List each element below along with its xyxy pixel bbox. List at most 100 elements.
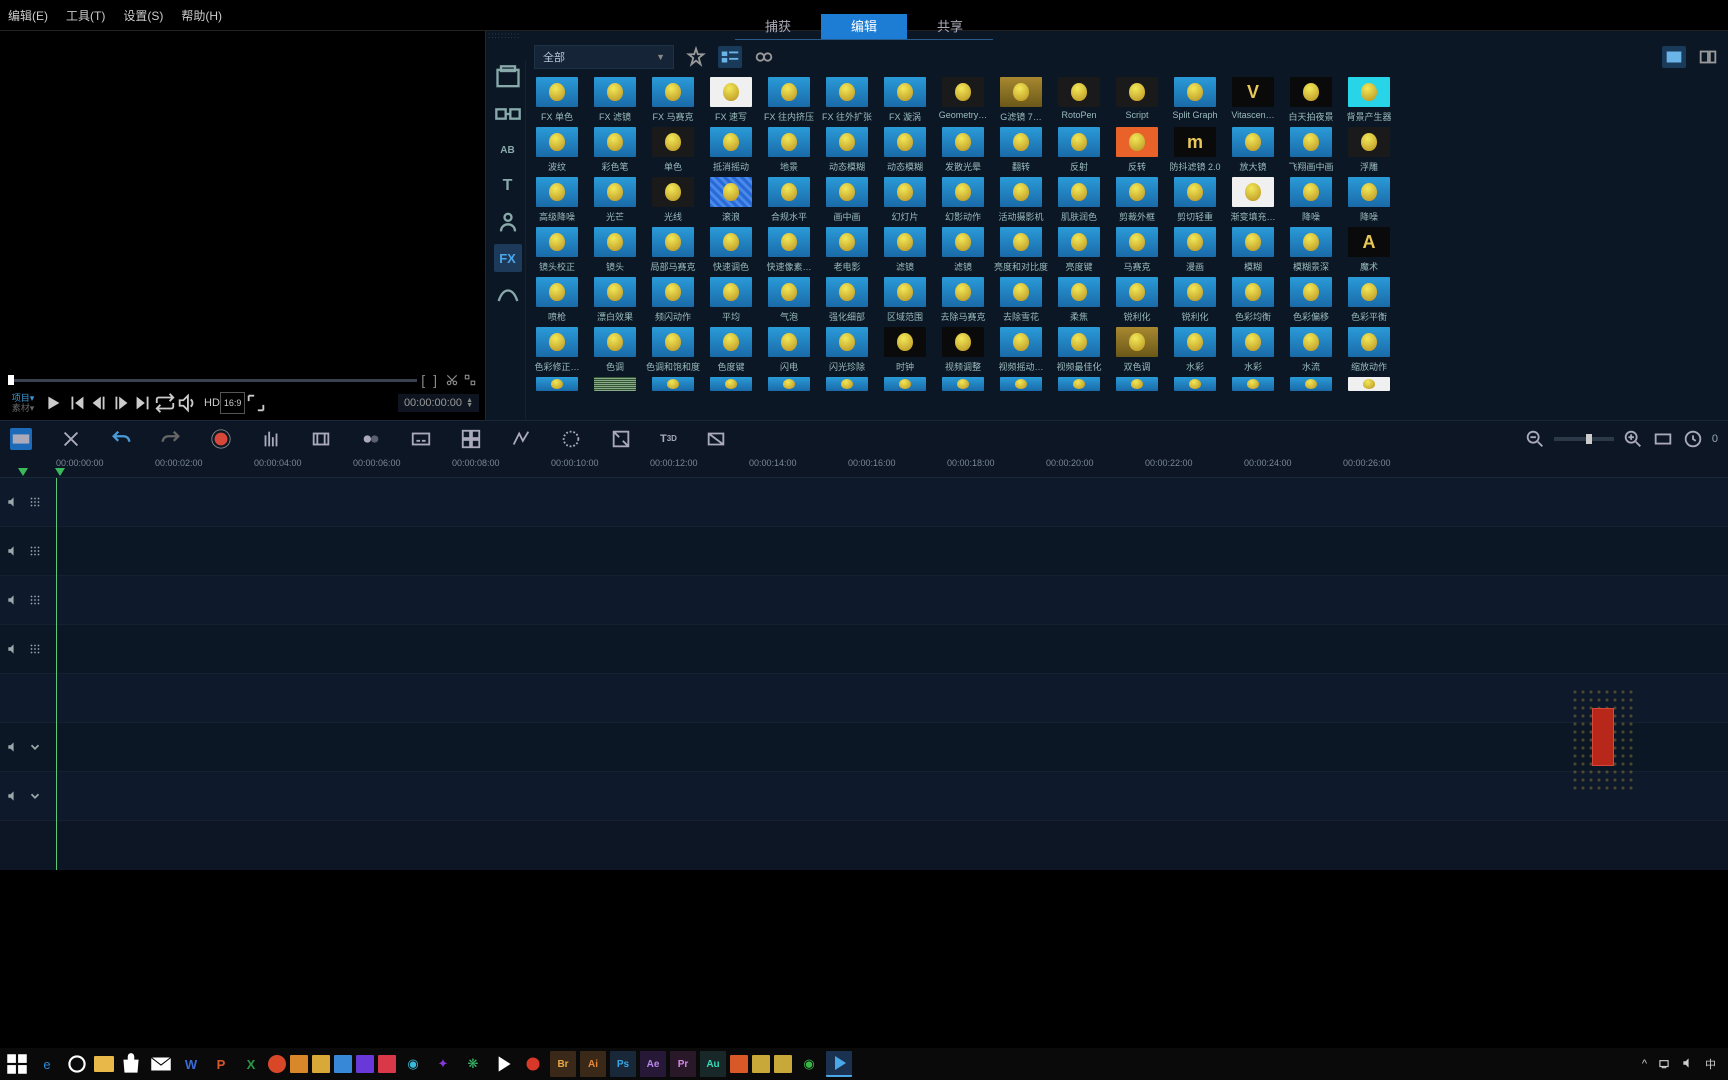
fx-item[interactable]: 水彩 — [1166, 327, 1224, 377]
timeline-track[interactable] — [0, 674, 1728, 723]
fx-item[interactable]: 色彩偏移 — [1282, 277, 1340, 327]
fx-item[interactable]: 动态模糊 — [876, 127, 934, 177]
taskbar-illustrator-icon[interactable]: Ai — [580, 1051, 606, 1077]
fx-item[interactable]: FX 往外扩张 — [818, 77, 876, 127]
fx-item[interactable] — [528, 377, 586, 420]
fx-item[interactable]: 闪电 — [760, 327, 818, 377]
play-button[interactable] — [40, 392, 66, 414]
tab-share[interactable]: 共享 — [907, 14, 993, 40]
fx-item[interactable]: 水彩 — [1224, 327, 1282, 377]
mask-button[interactable] — [560, 428, 582, 450]
fx-item[interactable]: 白天拍夜景 — [1282, 77, 1340, 127]
library-grid[interactable]: FX 单色FX 滤镜FX 马赛克FX 速写FX 往内挤压FX 往外扩张FX 漩涡… — [486, 75, 1728, 420]
fx-item[interactable] — [934, 377, 992, 420]
fx-item[interactable] — [1166, 377, 1224, 420]
fx-item[interactable]: RotoPen — [1050, 77, 1108, 127]
fx-item[interactable] — [702, 377, 760, 420]
fx-item[interactable]: FX 单色 — [528, 77, 586, 127]
fx-item[interactable]: 地景 — [760, 127, 818, 177]
fx-item[interactable]: 画中画 — [818, 177, 876, 227]
taskbar-app7-icon[interactable]: ◉ — [400, 1051, 426, 1077]
track-mute-icon[interactable] — [6, 593, 20, 607]
fx-item[interactable]: 局部马赛克 — [644, 227, 702, 277]
zoom-in-icon[interactable] — [1622, 428, 1644, 450]
fx-item[interactable]: 喷枪 — [528, 277, 586, 327]
fx-item[interactable]: 彩色笔 — [586, 127, 644, 177]
fx-item[interactable]: 光芒 — [586, 177, 644, 227]
loop-button[interactable] — [154, 392, 176, 414]
fx-item[interactable] — [818, 377, 876, 420]
fx-item[interactable]: 渐变填充… — [1224, 177, 1282, 227]
track-motion-button[interactable] — [360, 428, 382, 450]
fx-item[interactable]: 滚浪 — [702, 177, 760, 227]
fx-item[interactable]: 反转 — [1108, 127, 1166, 177]
taskbar-bridge-icon[interactable]: Br — [550, 1051, 576, 1077]
cat-overlay-icon[interactable] — [494, 208, 522, 236]
menu-edit[interactable]: 编辑(E) — [8, 7, 48, 24]
taskbar-word-icon[interactable]: W — [178, 1051, 204, 1077]
fx-item[interactable]: 亮度和对比度 — [992, 227, 1050, 277]
fx-item[interactable] — [586, 377, 644, 420]
fx-item[interactable]: 平均 — [702, 277, 760, 327]
fx-item[interactable]: 强化细部 — [818, 277, 876, 327]
storyboard-view-button[interactable] — [10, 428, 32, 450]
tray-network-icon[interactable] — [1657, 1056, 1671, 1073]
fx-item[interactable]: 肌肤润色 — [1050, 177, 1108, 227]
library-filter-dropdown[interactable]: 全部▼ — [534, 45, 674, 69]
track-options-icon[interactable] — [28, 593, 42, 607]
fx-item[interactable]: 动态模糊 — [818, 127, 876, 177]
fx-item[interactable]: 视频最佳化 — [1050, 327, 1108, 377]
playhead-line[interactable] — [56, 478, 57, 870]
fx-item[interactable]: 滤镜 — [876, 227, 934, 277]
taskbar-app3-icon[interactable] — [312, 1055, 330, 1073]
audio-mixer-button[interactable] — [260, 428, 282, 450]
subtitle-button[interactable] — [410, 428, 432, 450]
redo-button[interactable] — [160, 428, 182, 450]
fx-item[interactable] — [1108, 377, 1166, 420]
fx-item[interactable]: 漫画 — [1166, 227, 1224, 277]
fx-item[interactable]: Geometry… — [934, 77, 992, 127]
taskbar-mail-icon[interactable] — [148, 1051, 174, 1077]
fx-item[interactable]: FX 滤镜 — [586, 77, 644, 127]
track-expand-icon[interactable] — [28, 789, 42, 803]
favorite-icon[interactable] — [684, 46, 708, 68]
tab-edit[interactable]: 编辑 — [821, 14, 907, 40]
taskbar-app13-icon[interactable] — [774, 1055, 792, 1073]
fx-item[interactable]: 放大镜 — [1224, 127, 1282, 177]
fx-item[interactable]: 剪裁外框 — [1108, 177, 1166, 227]
view-thumbnails-icon[interactable] — [718, 46, 742, 68]
taskbar-app6-icon[interactable] — [378, 1055, 396, 1073]
split-icon[interactable] — [445, 373, 459, 387]
fx-item[interactable] — [876, 377, 934, 420]
fit-project-icon[interactable] — [1652, 428, 1674, 450]
timeline-track[interactable] — [0, 625, 1728, 674]
fx-item[interactable]: Split Graph — [1166, 77, 1224, 127]
fx-item[interactable]: 柔焦 — [1050, 277, 1108, 327]
fx-item[interactable]: 幻影动作 — [934, 177, 992, 227]
fx-item[interactable]: 色调和饱和度 — [644, 327, 702, 377]
end-button[interactable] — [132, 392, 154, 414]
cat-transition-icon[interactable] — [494, 100, 522, 128]
fx-item[interactable]: 亮度键 — [1050, 227, 1108, 277]
fx-item[interactable]: 镜头 — [586, 227, 644, 277]
fx-item[interactable]: 飞翔画中画 — [1282, 127, 1340, 177]
taskbar-premiere-icon[interactable]: Pr — [670, 1051, 696, 1077]
fx-item[interactable]: 色彩平衡 — [1340, 277, 1398, 327]
volume-button[interactable] — [176, 392, 198, 414]
taskbar-videoeditor-icon[interactable] — [826, 1051, 852, 1077]
taskbar-app5-icon[interactable] — [356, 1055, 374, 1073]
fx-item[interactable]: 快速调色 — [702, 227, 760, 277]
prev-frame-button[interactable] — [88, 392, 110, 414]
fx-item[interactable]: 色彩均衡 — [1224, 277, 1282, 327]
cat-text-icon[interactable]: T — [494, 172, 522, 200]
fx-item[interactable]: m防抖滤镜 2.0 — [1166, 127, 1224, 177]
ruler-start-marker[interactable] — [18, 468, 28, 476]
taskbar-record-icon[interactable] — [520, 1051, 546, 1077]
taskbar-app4-icon[interactable] — [334, 1055, 352, 1073]
fx-item[interactable]: 视频调整 — [934, 327, 992, 377]
panel-gripper[interactable]: :::::::::: — [486, 31, 1728, 39]
fx-item[interactable]: 快速像素… — [760, 227, 818, 277]
fx-item[interactable]: 浮雕 — [1340, 127, 1398, 177]
track-options-icon[interactable] — [28, 544, 42, 558]
cat-title-icon[interactable]: AB — [494, 136, 522, 164]
